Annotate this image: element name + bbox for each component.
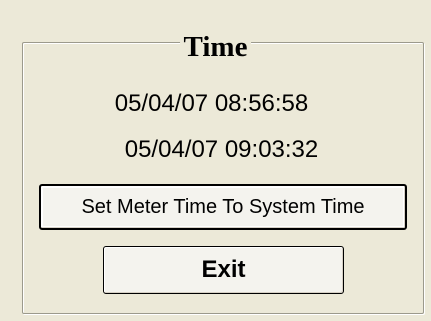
exit-button[interactable]: Exit: [103, 246, 344, 294]
meter-time-text: 05/04/07 08:56:58: [114, 90, 309, 117]
group-title: Time: [179, 32, 252, 62]
system-time-text: 05/04/07 09:03:32: [124, 136, 319, 163]
set-meter-time-button[interactable]: Set Meter Time To System Time: [39, 184, 407, 230]
